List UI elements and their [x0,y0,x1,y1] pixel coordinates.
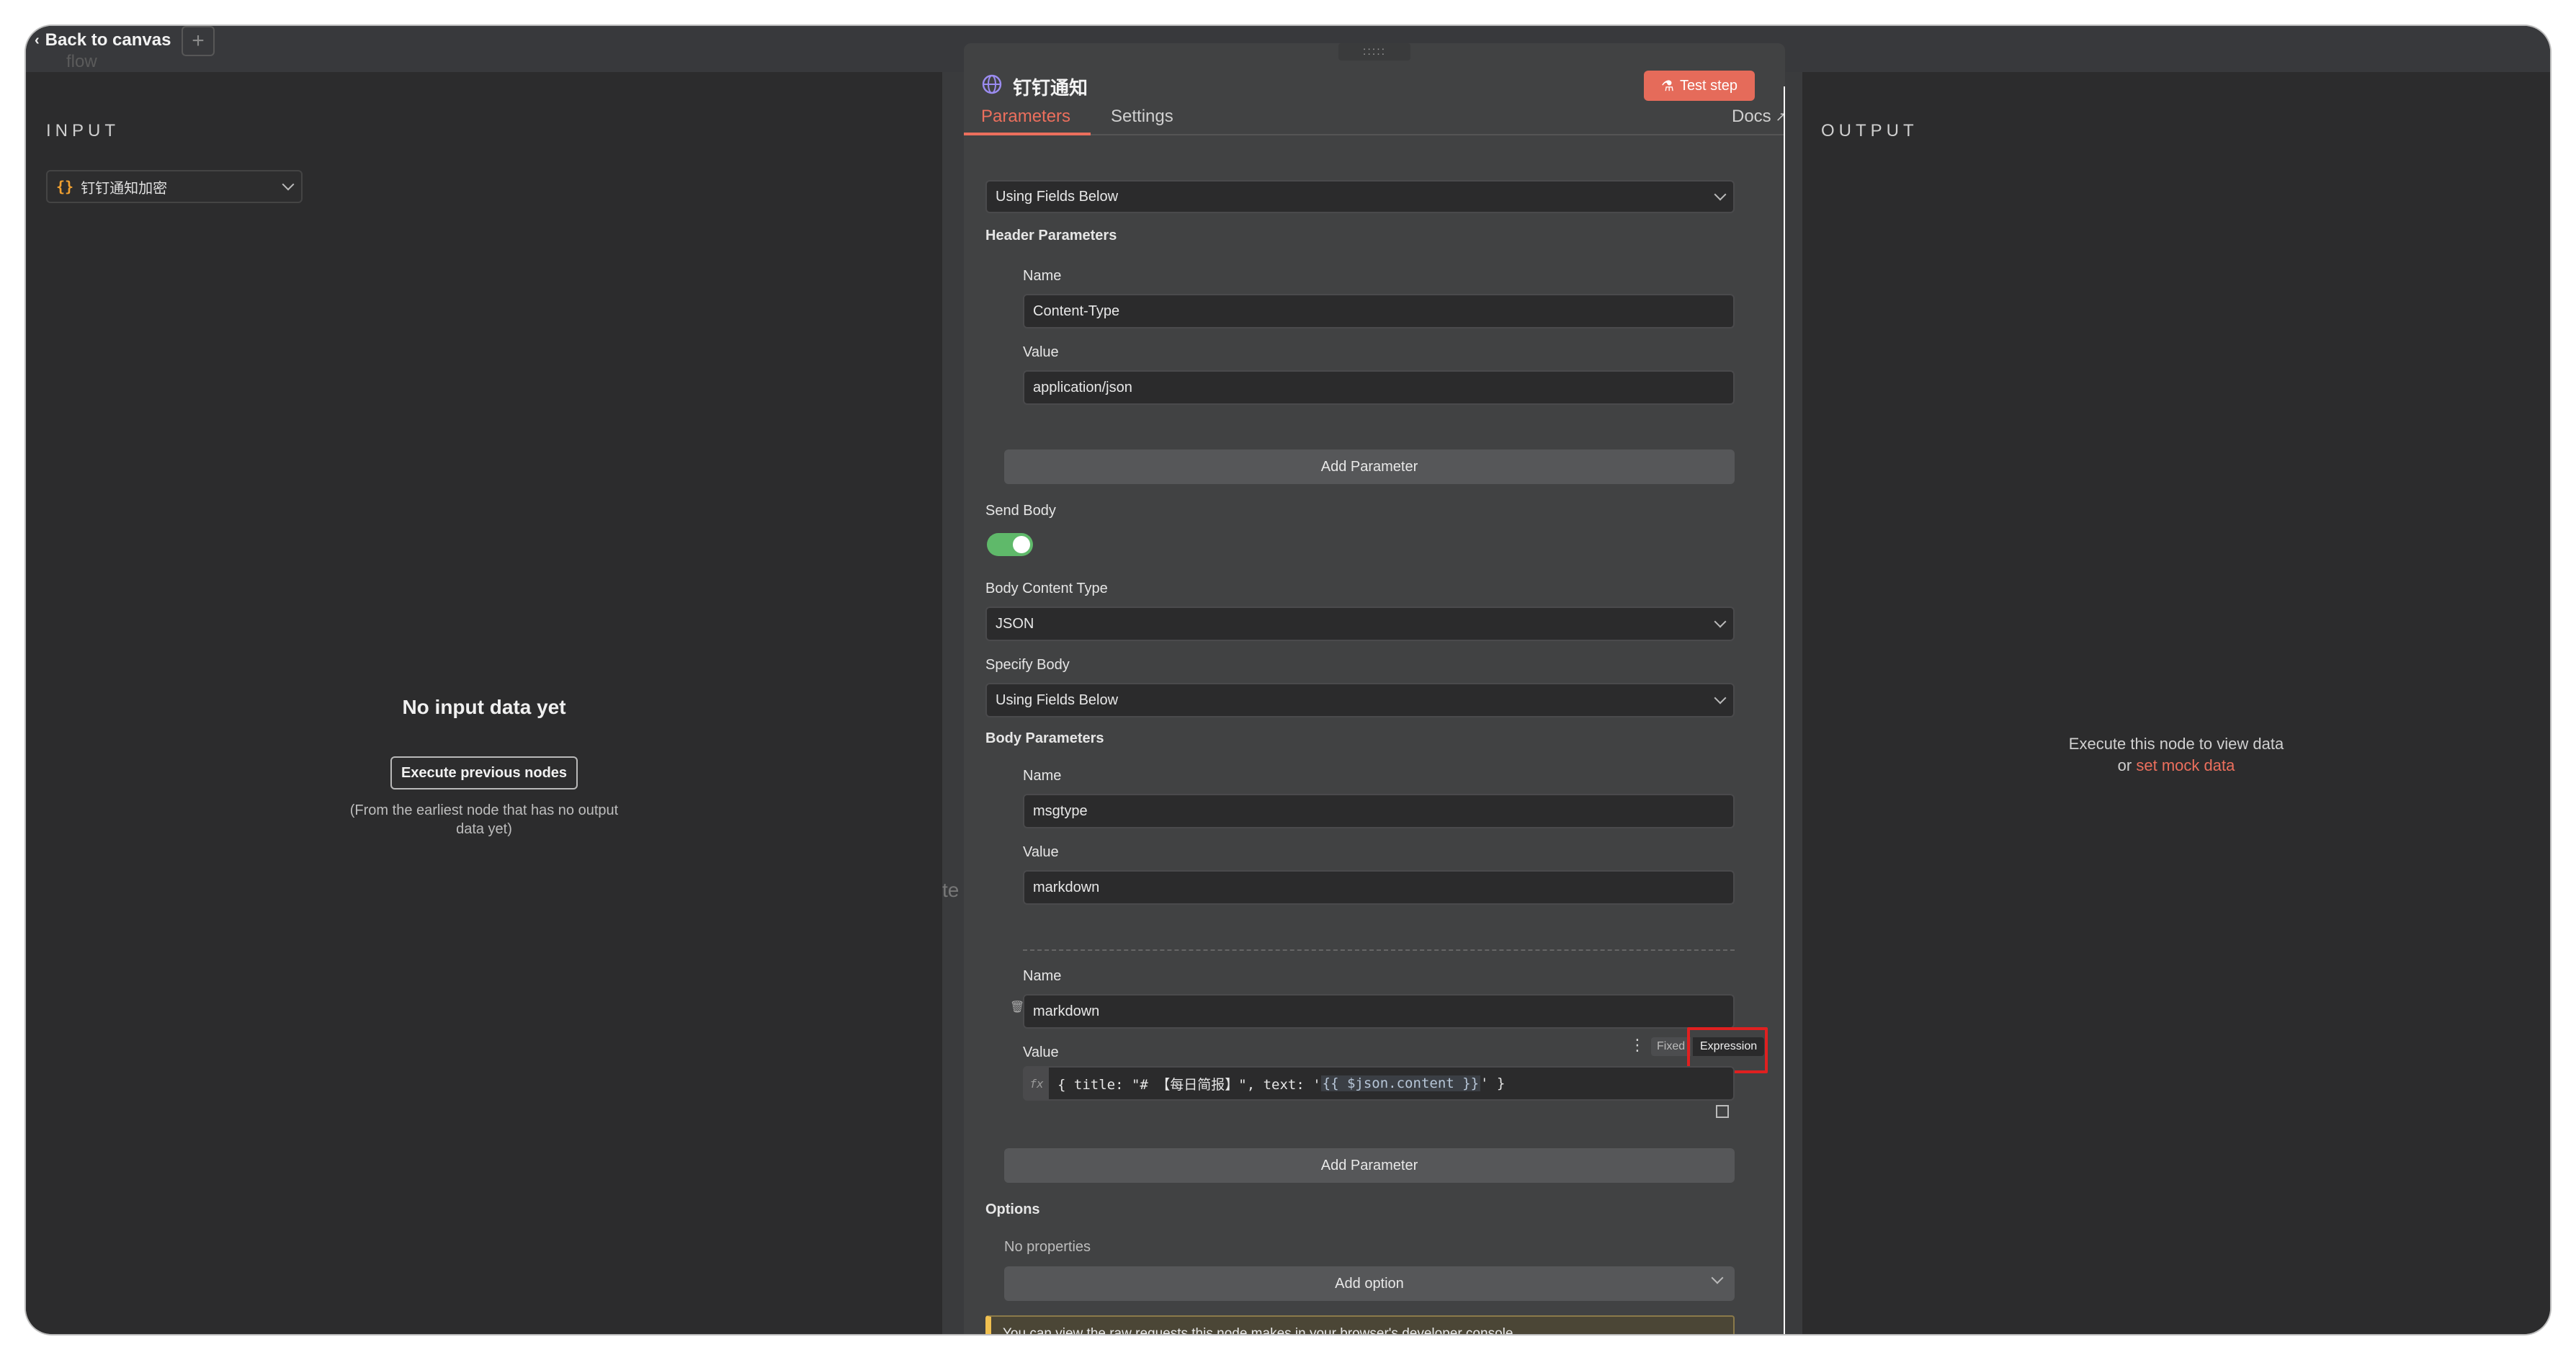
docs-label: Docs [1732,107,1771,126]
add-option-button[interactable]: Add option [1004,1266,1735,1301]
chevron-down-icon [282,178,295,191]
add-header-parameter-button[interactable]: Add Parameter [1004,449,1735,484]
chevron-down-icon [1714,692,1727,704]
fixed-mode-button[interactable]: Fixed [1651,1037,1691,1056]
input-panel-title: INPUT [46,121,120,140]
docs-link[interactable]: Docs ↗ [1732,107,1785,127]
expression-variable: {{ $json.content }} [1320,1075,1481,1091]
test-step-label: Test step [1679,77,1738,94]
expression-editor[interactable]: fx { title: "# 【每日简报】", text: '{{ $json.… [1023,1066,1735,1101]
specify-headers-select[interactable]: Using Fields Below [985,180,1735,213]
output-message-line2: or set mock data [1802,755,2550,777]
scrollbar-track[interactable] [1784,86,1785,1334]
app-window: flow ‹ Back to canvas + INPUT {} 钉钉通知加密 … [26,26,2550,1334]
body-content-type-value: JSON [996,615,1034,632]
body-param-name-input[interactable]: msgtype [1023,794,1735,828]
arrow-left-icon: ‹ [35,32,40,48]
drag-handle[interactable]: ::::: [1338,43,1410,61]
options-label: Options [985,1202,1040,1217]
body-param-name-label: Name [1023,768,1062,784]
tab-settings[interactable]: Settings [1111,107,1173,127]
specify-body-value: Using Fields Below [996,692,1119,708]
parameter-divider [1023,949,1735,951]
body-param2-name-input[interactable]: markdown [1023,994,1735,1029]
output-message-or: or [2117,756,2137,774]
no-properties-text: No properties [1004,1239,1091,1255]
body-content-type-select[interactable]: JSON [985,607,1735,641]
expression-prefix: { title: "# 【每日简报】", text: ' [1057,1076,1321,1093]
node-details-header: ::::: 钉钉通知 ⚗ Test step Parameters Settin… [964,43,1785,135]
header-param-name-label: Name [1023,268,1062,284]
add-body-parameter-button[interactable]: Add Parameter [1004,1148,1735,1183]
back-to-canvas-link[interactable]: ‹ Back to canvas [35,30,171,50]
parameters-scroll-area[interactable]: Using Fields Below Header Parameters Nam… [964,137,1785,1334]
chevron-down-icon [1714,188,1727,201]
specify-body-select[interactable]: Using Fields Below [985,683,1735,717]
add-option-label: Add option [1335,1275,1404,1292]
more-options-icon[interactable]: ⋮ [1629,1036,1645,1055]
body-content-type-label: Body Content Type [985,581,1108,596]
expression-suffix: ' } [1480,1075,1506,1091]
workflow-name-ghost: flow [66,52,97,71]
output-message-line1: Execute this node to view data [2068,735,2284,753]
header-param-value-input[interactable]: application/json [1023,370,1735,405]
specify-body-label: Specify Body [985,657,1070,673]
expand-editor-icon[interactable] [1716,1105,1729,1118]
header-param-value-label: Value [1023,344,1059,360]
output-panel-title: OUTPUT [1821,121,1918,140]
braces-icon: {} [56,178,74,195]
input-node-select-value: 钉钉通知加密 [81,180,168,197]
header-parameters-label: Header Parameters [985,228,1117,243]
body-param-value-input[interactable]: markdown [1023,870,1735,905]
execute-previous-nodes-button[interactable]: Execute previous nodes [390,756,578,789]
toggle-knob [1013,536,1030,553]
node-details-panel: ::::: 钉钉通知 ⚗ Test step Parameters Settin… [964,43,1785,1334]
output-panel: OUTPUT Execute this node to view data or… [1802,72,2550,1334]
tab-active-underline [964,133,1091,135]
body-parameters-label: Body Parameters [985,730,1104,746]
developer-console-notice: You can view the raw requests this node … [985,1315,1735,1334]
body-param2-name-label: Name [1023,968,1062,984]
send-body-label: Send Body [985,503,1056,519]
trash-icon[interactable]: 🗑 [1010,1000,1024,1014]
body-param-value-label: Value [1023,844,1059,860]
no-input-title: No input data yet [402,696,566,718]
tab-parameters[interactable]: Parameters [981,107,1070,127]
chevron-down-icon [1711,1271,1724,1284]
flask-icon: ⚗ [1661,78,1674,94]
canvas-fragment-text: te [942,879,960,901]
back-to-canvas-label: Back to canvas [45,30,171,50]
body-param2-value-label: Value [1023,1044,1059,1060]
header-param-name-input[interactable]: Content-Type [1023,294,1735,328]
test-step-button[interactable]: ⚗ Test step [1644,71,1755,101]
input-panel: INPUT {} 钉钉通知加密 No input data yet Execut… [26,72,942,1334]
add-tab-button[interactable]: + [182,26,215,56]
input-hint-text: (From the earliest node that has no outp… [349,802,619,837]
node-title[interactable]: 钉钉通知 [1013,73,1088,100]
output-empty-message: Execute this node to view data or set mo… [1802,733,2550,777]
set-mock-data-link[interactable]: set mock data [2136,756,2235,774]
globe-icon [982,74,1002,94]
fx-icon: fx [1024,1068,1049,1099]
specify-headers-value: Using Fields Below [996,188,1119,205]
input-node-select[interactable]: {} 钉钉通知加密 [46,170,303,203]
send-body-toggle[interactable] [987,533,1033,556]
chevron-down-icon [1714,615,1727,628]
